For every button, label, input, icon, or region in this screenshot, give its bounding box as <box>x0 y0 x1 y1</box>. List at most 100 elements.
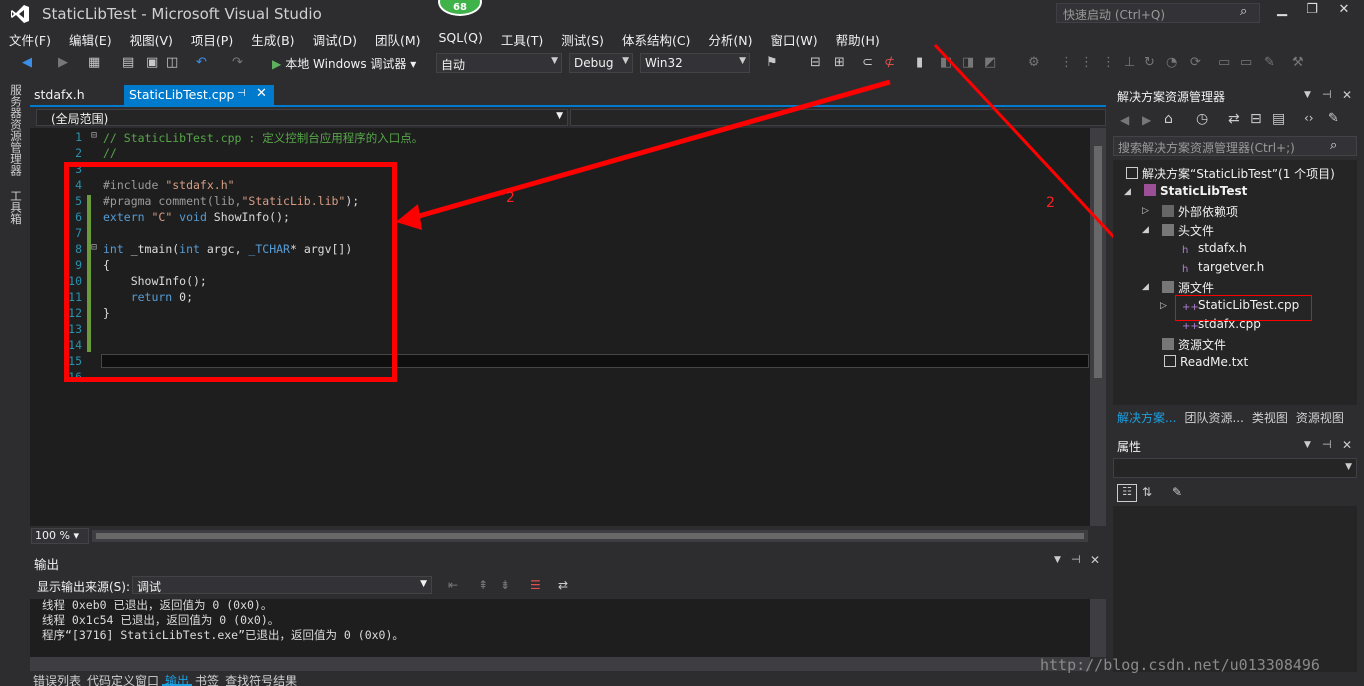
panel-menu-icon[interactable]: ▼ <box>1054 555 1061 565</box>
home-icon[interactable]: ⌂ <box>1164 111 1173 127</box>
menu-tools[interactable]: 工具(T) <box>492 28 552 50</box>
forward-icon[interactable]: ▶ <box>1142 113 1151 127</box>
tree-item-source-files[interactable]: 源文件 <box>1162 279 1214 296</box>
save-all-icon[interactable]: ◫ <box>166 55 178 70</box>
close-window-icon[interactable]: ✕ <box>1330 2 1358 24</box>
close-panel-icon[interactable]: ✕ <box>1342 88 1352 102</box>
menu-debug[interactable]: 调试(D) <box>304 28 366 50</box>
pin-icon[interactable]: ⊣ <box>237 88 246 99</box>
member-dropdown[interactable] <box>570 109 1106 126</box>
tree-item-header-files[interactable]: 头文件 <box>1162 222 1214 239</box>
tab-output[interactable]: 输出 <box>162 672 193 686</box>
attach-icon[interactable]: ⚙ <box>1028 55 1040 70</box>
tab-staticlibtest-cpp[interactable]: StaticLibTest.cpp ⊣ ✕ <box>124 85 274 105</box>
search-icon[interactable]: ⌕ <box>1330 138 1337 153</box>
menu-team[interactable]: 团队(M) <box>366 28 430 50</box>
tree-item-readme[interactable]: ReadMe.txt <box>1164 355 1248 369</box>
wrench-icon[interactable]: ✎ <box>1264 55 1275 70</box>
sort-alpha-icon[interactable]: ⇅ <box>1142 485 1152 499</box>
view-code-icon[interactable]: ‹› <box>1304 111 1314 125</box>
menu-file[interactable]: 文件(F) <box>0 28 60 50</box>
next-message-icon[interactable]: ⇟ <box>500 578 510 592</box>
tab-find-symbol[interactable]: 查找符号结果 <box>222 672 300 686</box>
back-icon[interactable]: ◀ <box>22 55 32 70</box>
minimize-icon[interactable]: ▁ <box>1268 2 1296 24</box>
clear-all-icon[interactable]: ☰ <box>530 578 541 592</box>
tab-team-explorer[interactable]: 团队资源... <box>1180 408 1247 428</box>
tab-class-view[interactable]: 类视图 <box>1248 408 1292 428</box>
start-debugging-button[interactable]: ▶ 本地 Windows 调试器 ▾ <box>272 53 416 73</box>
close-panel-icon[interactable]: ✕ <box>1342 438 1352 452</box>
menu-analyze[interactable]: 分析(N) <box>699 28 761 50</box>
menu-build[interactable]: 生成(B) <box>242 28 303 50</box>
tree-item-project[interactable]: StaticLibTest <box>1144 184 1247 198</box>
menu-test[interactable]: 测试(S) <box>552 28 613 50</box>
server-explorer-tab[interactable]: 服务器资源管理器 <box>8 84 24 176</box>
pin-icon[interactable]: ⊣ <box>1322 438 1332 451</box>
show-all-files-icon[interactable]: ▤ <box>1272 111 1285 127</box>
properties-icon[interactable]: ✎ <box>1328 111 1339 126</box>
restore-icon[interactable]: ❐ <box>1298 2 1326 24</box>
expand-arrow-icon[interactable]: ◢ <box>1142 225 1149 235</box>
close-panel-icon[interactable]: ✕ <box>1090 553 1100 567</box>
menu-sql[interactable]: SQL(Q) <box>430 28 492 50</box>
pin-icon[interactable]: ⊣ <box>1322 88 1332 101</box>
prev-bookmark-icon[interactable]: ◧ <box>940 55 952 70</box>
tree-item-external-deps[interactable]: 外部依赖项 <box>1162 203 1238 220</box>
panel-menu-icon[interactable]: ▼ <box>1304 90 1311 100</box>
breakpoint-icon[interactable]: ⊥ <box>1124 55 1135 70</box>
collapse-arrow-icon[interactable]: ▷ <box>1160 301 1167 311</box>
menu-window[interactable]: 窗口(W) <box>762 28 827 50</box>
tree-item-targetver-h[interactable]: h targetver.h <box>1182 260 1264 276</box>
fold-collapse-icon[interactable]: ⊟ <box>91 130 97 141</box>
close-tab-icon[interactable]: ✕ <box>256 86 267 101</box>
new-project-icon[interactable]: ▦ <box>88 55 100 70</box>
tab-solution-explorer[interactable]: 解决方案... <box>1113 408 1180 428</box>
indent-icon[interactable]: ⊞ <box>834 55 845 70</box>
uncomment-icon[interactable]: ⊄ <box>884 55 895 70</box>
expand-arrow-icon[interactable]: ◢ <box>1142 282 1149 292</box>
menu-project[interactable]: 项目(P) <box>182 28 242 50</box>
expand-arrow-icon[interactable]: ◢ <box>1124 187 1131 197</box>
find-message-icon[interactable]: ⇤ <box>448 578 458 592</box>
tab-error-list[interactable]: 错误列表 <box>30 672 84 686</box>
refresh-icon[interactable]: ⇄ <box>1228 111 1240 127</box>
editor-hscroll-thumb[interactable] <box>96 533 1084 539</box>
prev-message-icon[interactable]: ⇞ <box>478 578 488 592</box>
build-config-dropdown[interactable]: Debug ▼ <box>569 53 633 73</box>
clear-bookmarks-icon[interactable]: ◩ <box>984 55 996 70</box>
output-vertical-scrollbar[interactable] <box>1090 599 1106 657</box>
sync-icon[interactable]: ◷ <box>1196 111 1208 127</box>
output-horizontal-scrollbar[interactable] <box>30 657 1090 671</box>
zoom-dropdown[interactable]: 100 % ▾ <box>31 528 89 544</box>
solution-search-input[interactable]: 搜索解决方案资源管理器(Ctrl+;) <box>1113 136 1357 156</box>
menu-view[interactable]: 视图(V) <box>121 28 182 50</box>
redo-icon[interactable]: ↷ <box>232 55 243 70</box>
find-in-files-icon[interactable]: ⚑ <box>766 55 778 70</box>
tab-resource-view[interactable]: 资源视图 <box>1292 408 1348 428</box>
word-wrap-icon[interactable]: ⇄ <box>558 578 568 592</box>
scope-dropdown[interactable]: (全局范围) ▼ <box>36 109 568 126</box>
open-file-icon[interactable]: ▤ <box>122 55 134 70</box>
toolbox-tab[interactable]: 工具箱 <box>8 190 24 225</box>
editor-scroll-thumb[interactable] <box>1094 146 1102 378</box>
device-icon[interactable]: ▭ <box>1218 55 1230 70</box>
search-icon[interactable]: ⌕ <box>1240 4 1247 19</box>
next-bookmark-icon[interactable]: ◨ <box>962 55 974 70</box>
forward-icon[interactable]: ▶ <box>58 55 68 70</box>
properties-object-dropdown[interactable]: ▼ <box>1113 458 1357 478</box>
tree-item-solution[interactable]: 解决方案“StaticLibTest”(1 个项目) <box>1126 165 1335 182</box>
step-over-icon[interactable]: ⋮ <box>1080 55 1093 70</box>
history-icon[interactable]: ◔ <box>1166 55 1177 70</box>
tab-bookmarks[interactable]: 书签 <box>192 672 222 686</box>
tree-item-resource-files[interactable]: 资源文件 <box>1162 336 1226 353</box>
device2-icon[interactable]: ▭ <box>1240 55 1252 70</box>
tab-code-definition[interactable]: 代码定义窗口 <box>84 672 162 686</box>
step-icon[interactable]: ⋮ <box>1060 55 1073 70</box>
categorized-icon[interactable]: ☷ <box>1117 484 1137 502</box>
comment-icon[interactable]: ⊂ <box>862 55 873 70</box>
refresh-icon[interactable]: ⟳ <box>1190 55 1201 70</box>
panel-menu-icon[interactable]: ▼ <box>1304 440 1311 450</box>
tree-item-stdafx-h[interactable]: h stdafx.h <box>1182 241 1247 257</box>
pin-icon[interactable]: ⊣ <box>1071 553 1081 566</box>
